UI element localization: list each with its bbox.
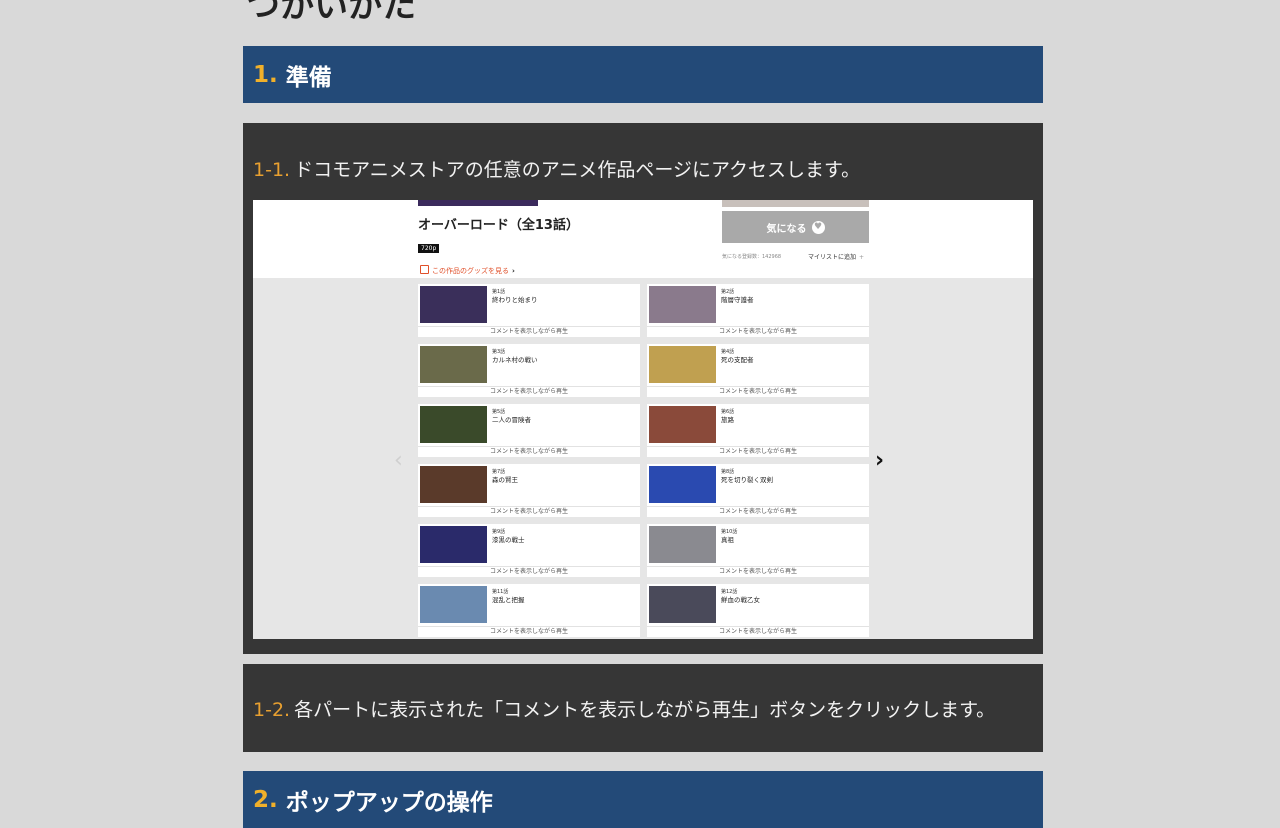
play-with-comments-button[interactable]: コメントを表示しながら再生 — [647, 387, 869, 397]
episode-thumbnail[interactable] — [649, 526, 716, 563]
episode-title: 二人の冒険者 — [492, 416, 531, 424]
episode-card[interactable]: 第8話 死を切り裂く双剣 コメントを表示しながら再生 — [647, 464, 869, 517]
section-header-prep: 1. 準備 — [243, 46, 1043, 103]
step-description: ドコモアニメストアの任意のアニメ作品ページにアクセスします。 — [294, 159, 861, 181]
episode-card[interactable]: 第4話 死の支配者 コメントを表示しながら再生 — [647, 344, 869, 397]
step-number: 1-1. — [253, 159, 291, 181]
mylist-label: マイリストに追加 — [808, 254, 857, 261]
play-with-comments-button[interactable]: コメントを表示しながら再生 — [418, 567, 640, 577]
episode-thumbnail[interactable] — [420, 586, 487, 623]
episode-card[interactable]: 第12話 鮮血の戦乙女 コメントを表示しながら再生 — [647, 584, 869, 637]
play-with-comments-button[interactable]: コメントを表示しながら再生 — [647, 327, 869, 337]
episode-title: 終わりと始まり — [492, 296, 538, 304]
favorite-button-label: 気になる — [766, 223, 807, 235]
episode-title: 階層守護者 — [721, 296, 754, 304]
heart-icon: ♥ — [811, 220, 825, 234]
next-arrow-icon[interactable]: › — [875, 448, 884, 473]
episode-title: 鮮血の戦乙女 — [721, 596, 760, 604]
episode-title: 森の賢王 — [492, 476, 518, 484]
section-title: 準備 — [285, 64, 332, 91]
episode-thumbnail[interactable] — [649, 346, 716, 383]
episode-title: 漆黒の戦士 — [492, 536, 525, 544]
key-visual-image — [722, 200, 869, 207]
favorite-button[interactable]: 気になる ♥ — [722, 211, 869, 243]
episode-card[interactable]: 第5話 二人の冒険者 コメントを表示しながら再生 — [418, 404, 640, 457]
page-heading: つかいかた — [246, 0, 416, 26]
episode-title: 旅路 — [721, 416, 734, 424]
example-screenshot: オーバーロード（全13話） 720p この作品のグッズを見る › 気になる ♥ 気… — [253, 200, 1033, 639]
step-description: 各パートに表示された「コメントを表示しながら再生」ボタンをクリックします。 — [294, 699, 996, 721]
goods-link-label: この作品のグッズを見る — [432, 267, 509, 275]
episode-card[interactable]: 第7話 森の賢王 コメントを表示しながら再生 — [418, 464, 640, 517]
chevron-right-icon: › — [512, 267, 515, 275]
episode-card[interactable]: 第6話 旅路 コメントを表示しながら再生 — [647, 404, 869, 457]
play-with-comments-button[interactable]: コメントを表示しながら再生 — [418, 387, 640, 397]
step-panel-1-1: 1-1. ドコモアニメストアの任意のアニメ作品ページにアクセスします。 オーバーロ… — [243, 123, 1043, 654]
screenshot-header: オーバーロード（全13話） 720p この作品のグッズを見る › 気になる ♥ 気… — [253, 200, 1033, 278]
episode-card[interactable]: 第10話 真祖 コメントを表示しながら再生 — [647, 524, 869, 577]
play-with-comments-button[interactable]: コメントを表示しながら再生 — [418, 447, 640, 457]
step-number: 1-2. — [253, 699, 291, 721]
add-to-mylist-link[interactable]: マイリストに追加 + — [808, 252, 864, 261]
step-text: 1-1. ドコモアニメストアの任意のアニメ作品ページにアクセスします。 — [253, 155, 860, 182]
episode-thumbnail[interactable] — [420, 286, 487, 323]
episode-title: 死の支配者 — [721, 356, 754, 364]
plus-icon: + — [859, 254, 865, 261]
episode-grid: 第1話 終わりと始まり コメントを表示しながら再生 第2話 階層守護者 コメントを表示しな… — [418, 284, 869, 637]
episode-card[interactable]: 第11話 混乱と把握 コメントを表示しながら再生 — [418, 584, 640, 637]
shopping-bag-icon — [420, 265, 429, 274]
play-with-comments-button[interactable]: コメントを表示しながら再生 — [418, 627, 640, 637]
episode-thumbnail[interactable] — [420, 346, 487, 383]
episode-thumbnail[interactable] — [420, 466, 487, 503]
episode-card[interactable]: 第1話 終わりと始まり コメントを表示しながら再生 — [418, 284, 640, 337]
quality-badge: 720p — [418, 244, 440, 253]
episode-thumbnail[interactable] — [649, 466, 716, 503]
episode-card[interactable]: 第2話 階層守護者 コメントを表示しながら再生 — [647, 284, 869, 337]
play-with-comments-button[interactable]: コメントを表示しながら再生 — [647, 447, 869, 457]
episode-thumbnail[interactable] — [420, 406, 487, 443]
episode-title: カルネ村の戦い — [492, 356, 538, 364]
play-with-comments-button[interactable]: コメントを表示しながら再生 — [647, 567, 869, 577]
episode-title: 死を切り裂く双剣 — [721, 476, 773, 484]
play-with-comments-button[interactable]: コメントを表示しながら再生 — [647, 507, 869, 517]
goods-link[interactable]: この作品のグッズを見る › — [420, 265, 515, 276]
episode-thumbnail[interactable] — [649, 406, 716, 443]
episode-card[interactable]: 第3話 カルネ村の戦い コメントを表示しながら再生 — [418, 344, 640, 397]
prev-arrow-icon[interactable]: ‹ — [394, 448, 403, 473]
episode-card[interactable]: 第9話 漆黒の戦士 コメントを表示しながら再生 — [418, 524, 640, 577]
episode-thumbnail[interactable] — [649, 586, 716, 623]
play-with-comments-button[interactable]: コメントを表示しながら再生 — [418, 327, 640, 337]
play-with-comments-button[interactable]: コメントを表示しながら再生 — [418, 507, 640, 517]
play-with-comments-button[interactable]: コメントを表示しながら再生 — [647, 627, 869, 637]
section-number: 1. — [253, 61, 278, 88]
step-panel-1-2: 1-2. 各パートに表示された「コメントを表示しながら再生」ボタンをクリックします… — [243, 664, 1043, 752]
anime-title: オーバーロード（全13話） — [418, 218, 579, 233]
episode-thumbnail[interactable] — [420, 526, 487, 563]
episode-title: 真祖 — [721, 536, 734, 544]
poster-image — [418, 200, 538, 206]
favorite-count: 気になる登録数：142968 — [722, 254, 782, 260]
episode-thumbnail[interactable] — [649, 286, 716, 323]
step-text: 1-2. 各パートに表示された「コメントを表示しながら再生」ボタンをクリックします… — [253, 695, 995, 722]
episode-title: 混乱と把握 — [492, 596, 525, 604]
